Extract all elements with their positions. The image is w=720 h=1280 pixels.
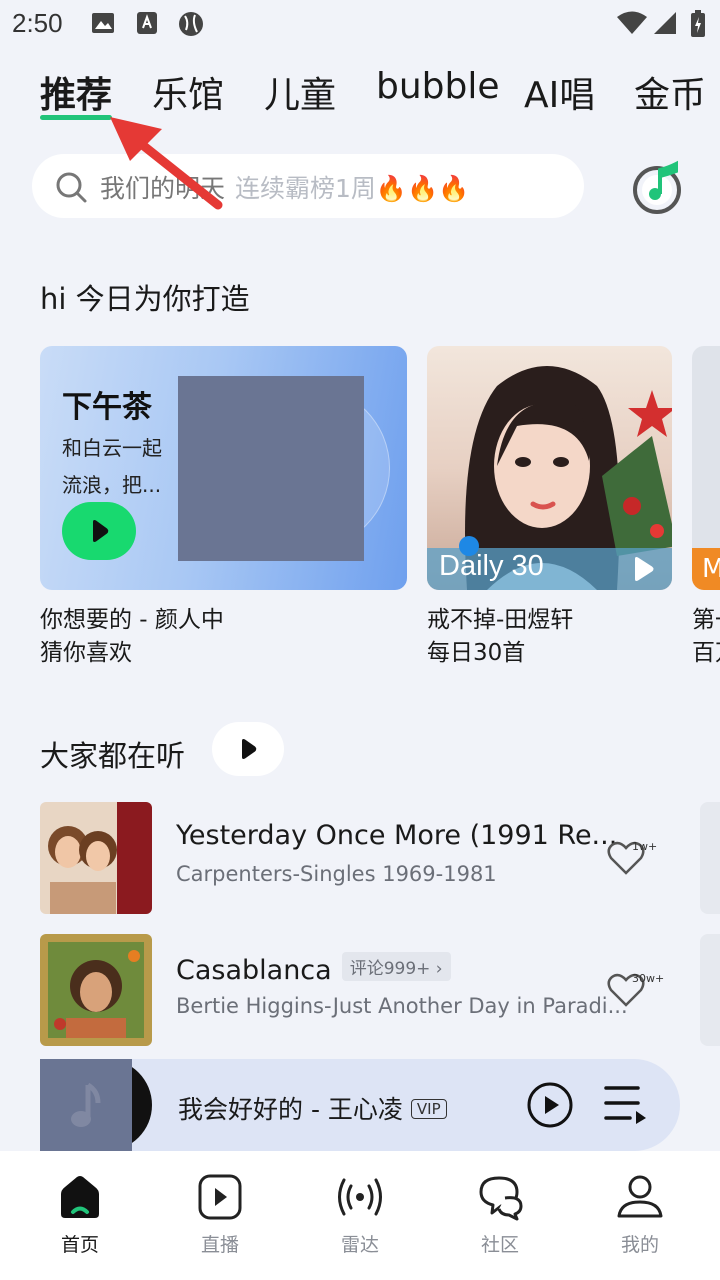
nav-label: 雷达 [340, 1234, 379, 1256]
song-row[interactable]: Casablanca 评论999+ › Bertie Higgins-Just A… [0, 934, 720, 1046]
playlist-cover [178, 376, 364, 561]
status-time: 2:50 [12, 8, 63, 38]
radar-icon [338, 1178, 382, 1216]
tab-kids[interactable]: 儿童 [264, 66, 336, 118]
battery-icon [691, 10, 705, 37]
card-play-button[interactable] [62, 502, 136, 560]
song-cover [40, 934, 152, 1046]
card-description: 和白云一起流浪，把... [62, 436, 162, 497]
comment-count: 评论999+ [349, 959, 431, 979]
song-row[interactable]: Yesterday Once More (1991 Re... Carpente… [0, 802, 720, 914]
like-count: 1w+ [632, 840, 658, 853]
wifi-icon [617, 11, 647, 34]
card-title: 下午茶 [62, 390, 152, 425]
status-bar: 2:50 [0, 0, 720, 50]
search-hint: 连续霸榜1周🔥🔥🔥 [235, 174, 470, 203]
search-icon [56, 172, 87, 203]
carpenters-album-art [40, 802, 152, 914]
profile-icon [617, 1175, 663, 1218]
annotation-arrow-icon [110, 117, 223, 210]
tab-bubble[interactable]: bubble [376, 66, 500, 107]
gallery-notification-icon [92, 13, 114, 33]
play-all-button[interactable] [212, 722, 284, 776]
card-caption-type: 百万 [692, 640, 720, 666]
daily-30-banner: Daily 30 [427, 536, 672, 590]
card-caption-song: 戒不掉-田煜轩 [427, 607, 574, 633]
song-title: Yesterday Once More (1991 Re... [176, 820, 618, 851]
card-caption: 你想要的 - 颜人中 猜你喜欢 [40, 604, 224, 670]
comment-badge[interactable]: 评论999+ › [341, 952, 451, 981]
partial-row [700, 802, 720, 914]
globe-notification-icon [179, 12, 203, 36]
cellular-signal-icon [654, 12, 676, 34]
listening-section-title: 大家都在听 [40, 739, 186, 773]
card-caption: 第一 百万 [692, 604, 720, 670]
music-recognition-icon[interactable] [630, 160, 684, 214]
song-title-line: Casablanca 评论999+ › [176, 952, 451, 986]
partial-row [700, 934, 720, 1046]
daily-section-title: hi 今日为你打造 [40, 282, 250, 316]
tab-coins[interactable]: 金币 [634, 66, 706, 118]
song-subtitle: Bertie Higgins-Just Another Day in Parad… [176, 994, 628, 1018]
nav-item-community[interactable]: 社区 [450, 1172, 550, 1257]
home-icon [61, 1176, 99, 1218]
nav-item-live[interactable]: 直播 [170, 1172, 270, 1257]
song-title: Casablanca [176, 955, 332, 986]
casablanca-album-art [40, 934, 152, 1046]
play-icon [242, 739, 257, 759]
app-notification-icon [137, 12, 157, 34]
nav-label: 社区 [480, 1234, 519, 1256]
play-icon[interactable] [631, 556, 655, 582]
song-cover [40, 802, 152, 914]
card-caption-type: 每日30首 [427, 640, 526, 666]
card-caption-type: 猜你喜欢 [40, 640, 132, 666]
nav-label: 我的 [620, 1234, 659, 1256]
chevron-right-icon: › [430, 959, 443, 979]
tab-ai-sing[interactable]: AI唱 [524, 66, 595, 118]
nav-label: 首页 [60, 1234, 99, 1256]
nav-item-profile[interactable]: 我的 [590, 1172, 690, 1257]
card-caption-song: 第一 [692, 607, 720, 633]
song-subtitle: Carpenters-Singles 1969-1981 [176, 862, 497, 886]
daily-30-label: Daily 30 [439, 550, 544, 582]
partial-card[interactable]: M [692, 346, 720, 590]
live-play-icon [198, 1174, 242, 1220]
daily-30-card[interactable]: Daily 30 [427, 346, 672, 590]
like-count: 30w+ [632, 972, 665, 985]
card-caption-song: 你想要的 - 颜人中 [40, 607, 224, 633]
community-chat-icon [479, 1176, 523, 1221]
nav-item-home[interactable]: 首页 [30, 1172, 130, 1257]
card-caption: 戒不掉-田煜轩 每日30首 [427, 604, 573, 670]
partial-card-tag: M [692, 548, 720, 590]
nav-label: 直播 [200, 1234, 239, 1256]
play-icon [93, 520, 109, 542]
afternoon-tea-card[interactable]: 下午茶 和白云一起流浪，把... [40, 346, 407, 590]
nav-item-radar[interactable]: 雷达 [310, 1172, 410, 1257]
